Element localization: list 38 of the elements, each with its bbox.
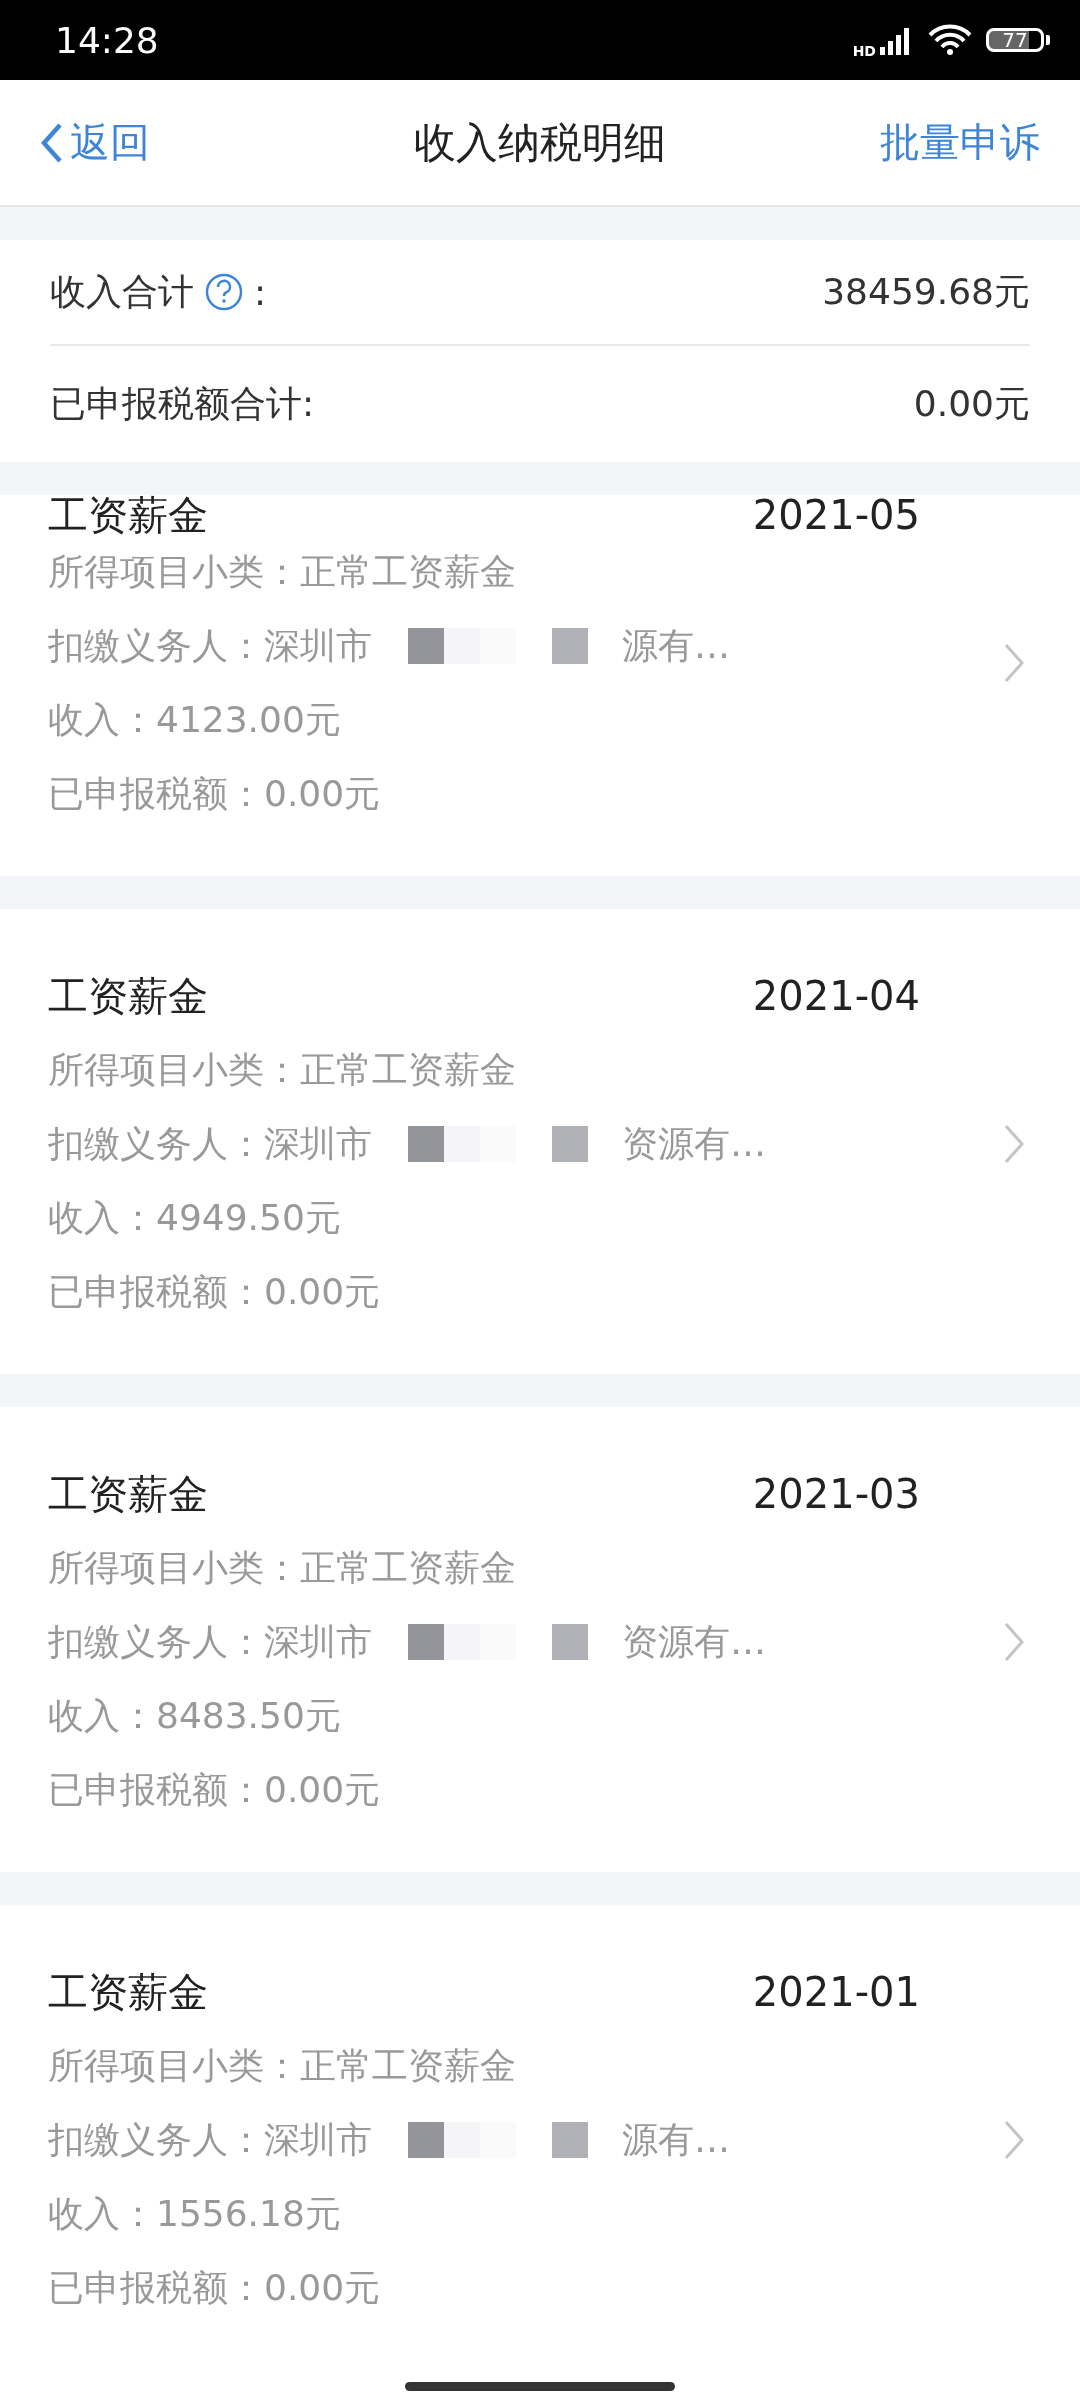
income-subclass: 所得项目小类：正常工资薪金 xyxy=(48,1047,516,1092)
summary-value: 38459.68元 xyxy=(822,269,1030,314)
income-amount: 收入：8483.50元 xyxy=(48,1693,341,1738)
income-category: 工资薪金 xyxy=(48,1967,208,2017)
payer-name-end: 源有… xyxy=(622,623,730,668)
income-period: 2021-03 xyxy=(752,1471,920,1517)
declared-tax: 已申报税额：0.00元 xyxy=(48,771,381,816)
back-button[interactable]: 返回 xyxy=(40,115,414,170)
payer-name-end: 资源有… xyxy=(622,1121,766,1166)
income-period: 2021-05 xyxy=(752,492,920,538)
declared-tax: 已申报税额：0.00元 xyxy=(48,2265,381,2310)
income-amount: 收入：1556.18元 xyxy=(48,2191,341,2236)
batch-appeal-button[interactable]: 批量申诉 xyxy=(880,115,1040,170)
clock-time: 14:28 xyxy=(55,19,159,61)
payer-name: 扣缴义务人：深圳市 xyxy=(48,1121,372,1166)
payer-name: 扣缴义务人：深圳市 xyxy=(48,623,372,668)
payer-name-end: 源有… xyxy=(622,2117,730,2162)
income-amount: 收入：4123.00元 xyxy=(48,697,341,742)
income-subclass: 所得项目小类：正常工资薪金 xyxy=(48,2043,516,2088)
payer-name-end: 资源有… xyxy=(622,1619,766,1664)
network-type: HD xyxy=(852,43,876,59)
income-category: 工资薪金 xyxy=(48,490,208,540)
colon: : xyxy=(254,271,267,313)
summary-label: 收入合计 xyxy=(50,269,194,314)
summary-label: 已申报税额合计: xyxy=(50,381,315,426)
income-category: 工资薪金 xyxy=(48,1469,208,1519)
income-period: 2021-04 xyxy=(752,973,920,1019)
income-subclass: 所得项目小类：正常工资薪金 xyxy=(48,549,516,594)
income-period: 2021-01 xyxy=(752,1969,920,2015)
income-amount: 收入：4949.50元 xyxy=(48,1195,341,1240)
declared-tax: 已申报税额：0.00元 xyxy=(48,1767,381,1812)
income-category: 工资薪金 xyxy=(48,971,208,1021)
page-title: 收入纳税明细 xyxy=(414,116,666,169)
income-subclass: 所得项目小类：正常工资薪金 xyxy=(48,1545,516,1590)
payer-name: 扣缴义务人：深圳市 xyxy=(48,2117,372,2162)
payer-name: 扣缴义务人：深圳市 xyxy=(48,1619,372,1664)
summary-value: 0.00元 xyxy=(913,381,1030,426)
declared-tax: 已申报税额：0.00元 xyxy=(48,1269,381,1314)
